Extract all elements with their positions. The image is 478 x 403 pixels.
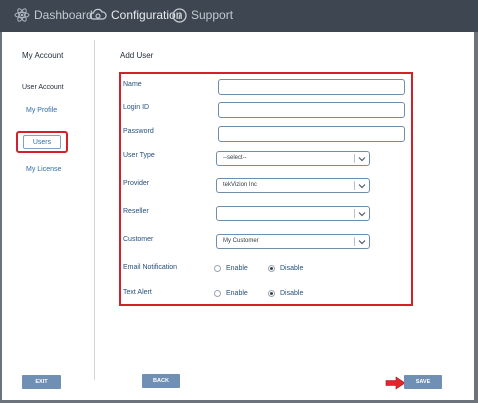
email-enable-radio[interactable] [214,265,221,272]
sidebar-divider [94,40,95,380]
nav-dashboard-label: Dashboard [34,8,93,22]
login-id-label: Login ID [123,104,150,111]
email-disable-option[interactable]: Disable [268,265,303,272]
provider-label: Provider [123,180,150,187]
email-notification-label: Email Notification [123,264,178,271]
password-input[interactable] [218,126,405,142]
login-id-input[interactable] [218,102,405,118]
chevron-down-icon [358,238,366,248]
customer-select[interactable]: My Customer [216,234,370,249]
save-button[interactable]: SAVE [404,375,442,389]
select-divider [354,209,355,218]
text-alert-enable-option[interactable]: Enable [214,290,248,297]
email-enable-option[interactable]: Enable [214,265,248,272]
password-label: Password [123,128,154,135]
select-divider [354,237,355,246]
sidebar-heading: User Account [22,84,64,91]
text-alert-label: Text Alert [123,289,152,296]
select-divider [354,154,355,163]
gear-cloud-icon [89,7,107,23]
provider-select[interactable]: tekVizion Inc [216,178,370,193]
user-type-label: User Type [123,152,155,159]
text-alert-disable-radio[interactable] [268,290,275,297]
reseller-label: Reseller [123,208,149,215]
nav-dashboard[interactable]: Dashboard [14,0,93,30]
text-alert-disable-label: Disable [280,290,304,297]
text-alert-enable-radio[interactable] [214,290,221,297]
sidebar-item-users-label: Users [32,138,52,146]
chevron-down-icon [358,182,366,192]
provider-value: tekVizion Inc [223,182,257,188]
info-icon: i [172,7,187,23]
chevron-down-icon [358,210,366,220]
name-label: Name [123,81,142,88]
nav-support-label: Support [191,8,234,22]
select-divider [354,181,355,190]
page-title: Add User [120,51,154,60]
nav-support[interactable]: i Support [172,0,233,30]
sidebar-title: My Account [22,51,64,60]
email-disable-label: Disable [280,265,304,272]
atom-icon [14,7,30,23]
text-alert-enable-label: Enable [226,290,248,297]
name-input[interactable] [218,79,405,95]
exit-button[interactable]: EXIT [22,375,61,389]
back-button[interactable]: BACK [142,374,180,388]
sidebar-item-my-license[interactable]: My License [26,166,61,173]
top-nav-bar: Dashboard Configuration i Support [0,0,478,32]
sidebar-item-users[interactable]: Users [23,135,61,149]
customer-label: Customer [123,236,154,243]
text-alert-disable-option[interactable]: Disable [268,290,303,297]
users-highlight-box: Users [16,131,68,153]
svg-text:i: i [178,11,181,21]
reseller-select[interactable] [216,206,370,221]
account-modal: My Account User Account My Profile Users… [2,32,474,400]
customer-value: My Customer [223,238,259,244]
nav-configuration[interactable]: Configuration [89,0,182,30]
sidebar-item-my-profile[interactable]: My Profile [26,107,57,114]
user-type-value: --select-- [223,155,247,161]
chevron-down-icon [358,155,366,165]
user-type-select[interactable]: --select-- [216,151,370,166]
email-disable-radio[interactable] [268,265,275,272]
email-enable-label: Enable [226,265,248,272]
